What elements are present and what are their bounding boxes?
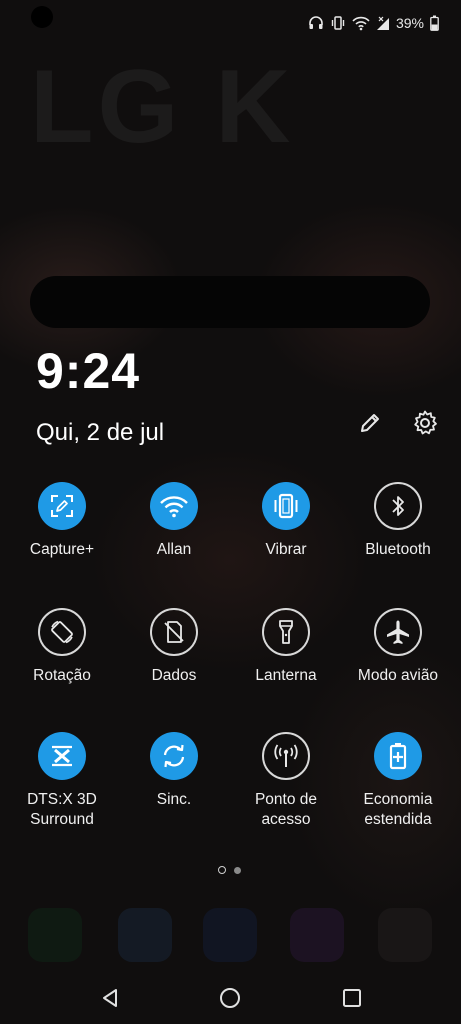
nav-back-button[interactable] xyxy=(95,985,125,1011)
tile-label-line1: Ponto de xyxy=(254,791,318,808)
tile-label: Economia estendida xyxy=(340,790,456,830)
vibrate-icon xyxy=(330,15,346,31)
battery-text: 39% xyxy=(395,15,424,31)
bluetooth-icon xyxy=(374,482,422,530)
flashlight-icon xyxy=(262,608,310,656)
mobile-data-off-icon xyxy=(150,608,198,656)
tile-label-line2: acesso xyxy=(261,811,311,828)
tile-label: Lanterna xyxy=(255,667,317,684)
edit-button[interactable] xyxy=(355,408,385,438)
dock-app-chrome xyxy=(378,908,432,962)
airplane-icon xyxy=(374,608,422,656)
pencil-icon xyxy=(361,414,379,432)
tile-dtsx-surround[interactable]: DTS:X 3D Surround xyxy=(4,732,120,830)
tile-wifi[interactable]: Allan xyxy=(116,482,232,560)
gear-icon xyxy=(414,410,437,435)
nav-home-button[interactable] xyxy=(215,985,245,1011)
tile-label: Rotação xyxy=(33,667,91,684)
page-dot[interactable] xyxy=(234,866,241,874)
dtsx-icon xyxy=(38,732,86,780)
tile-label: Allan xyxy=(156,541,192,558)
camera-cutout xyxy=(31,6,53,28)
status-bar: 39% xyxy=(308,12,439,34)
tile-label: Dados xyxy=(151,667,197,684)
tile-label-line1: Economia xyxy=(363,791,433,808)
tile-label: Bluetooth xyxy=(365,541,431,558)
clock-date[interactable]: Qui, 2 de jul xyxy=(36,419,164,447)
tile-hotspot[interactable]: Ponto de acesso xyxy=(228,732,344,830)
rotation-icon xyxy=(38,608,86,656)
tile-airplane-mode[interactable]: Modo avião xyxy=(340,608,456,686)
signal-icon xyxy=(376,15,390,31)
tile-label-line1: DTS:X 3D xyxy=(27,791,97,808)
page-indicator xyxy=(218,866,241,874)
hotspot-icon xyxy=(262,732,310,780)
wallpaper-brand: LG K xyxy=(30,49,295,165)
settings-button[interactable] xyxy=(410,408,440,438)
wifi-icon xyxy=(150,482,198,530)
recents-icon xyxy=(343,989,361,1007)
wallpaper-search-bar xyxy=(30,276,430,328)
tile-label: DTS:X 3D Surround xyxy=(4,790,120,830)
clock-time[interactable]: 9:24 xyxy=(36,342,140,400)
tile-mobile-data[interactable]: Dados xyxy=(116,608,232,686)
tile-vibrate[interactable]: Vibrar xyxy=(228,482,344,560)
tile-label-line2: estendida xyxy=(364,811,432,828)
back-icon xyxy=(103,989,117,1007)
battery-saver-icon xyxy=(374,732,422,780)
headset-icon xyxy=(308,15,324,31)
tile-label: Ponto de acesso xyxy=(228,790,344,830)
sync-icon xyxy=(150,732,198,780)
vibrate-icon xyxy=(262,482,310,530)
nav-recents-button[interactable] xyxy=(337,985,367,1011)
home-icon xyxy=(220,988,240,1008)
tile-flashlight[interactable]: Lanterna xyxy=(228,608,344,686)
tile-label: Vibrar xyxy=(265,541,307,558)
dock-app-messages xyxy=(118,908,172,962)
tile-battery-saver[interactable]: Economia estendida xyxy=(340,732,456,830)
tile-rotation[interactable]: Rotação xyxy=(4,608,120,686)
tile-sync[interactable]: Sinc. xyxy=(116,732,232,810)
tile-label: Capture+ xyxy=(29,541,95,558)
tile-label-line2: Surround xyxy=(30,811,94,828)
tile-capture-plus[interactable]: Capture+ xyxy=(4,482,120,560)
dock-app-camera xyxy=(203,908,257,962)
tile-label: Modo avião xyxy=(357,667,439,684)
wifi-icon xyxy=(352,15,370,31)
tile-bluetooth[interactable]: Bluetooth xyxy=(340,482,456,560)
page-dot-active[interactable] xyxy=(218,866,226,874)
battery-icon xyxy=(430,15,439,31)
dock-app-phone xyxy=(28,908,82,962)
tile-label: Sinc. xyxy=(156,791,192,808)
capture-plus-icon xyxy=(38,482,86,530)
dock-app-gallery xyxy=(290,908,344,962)
